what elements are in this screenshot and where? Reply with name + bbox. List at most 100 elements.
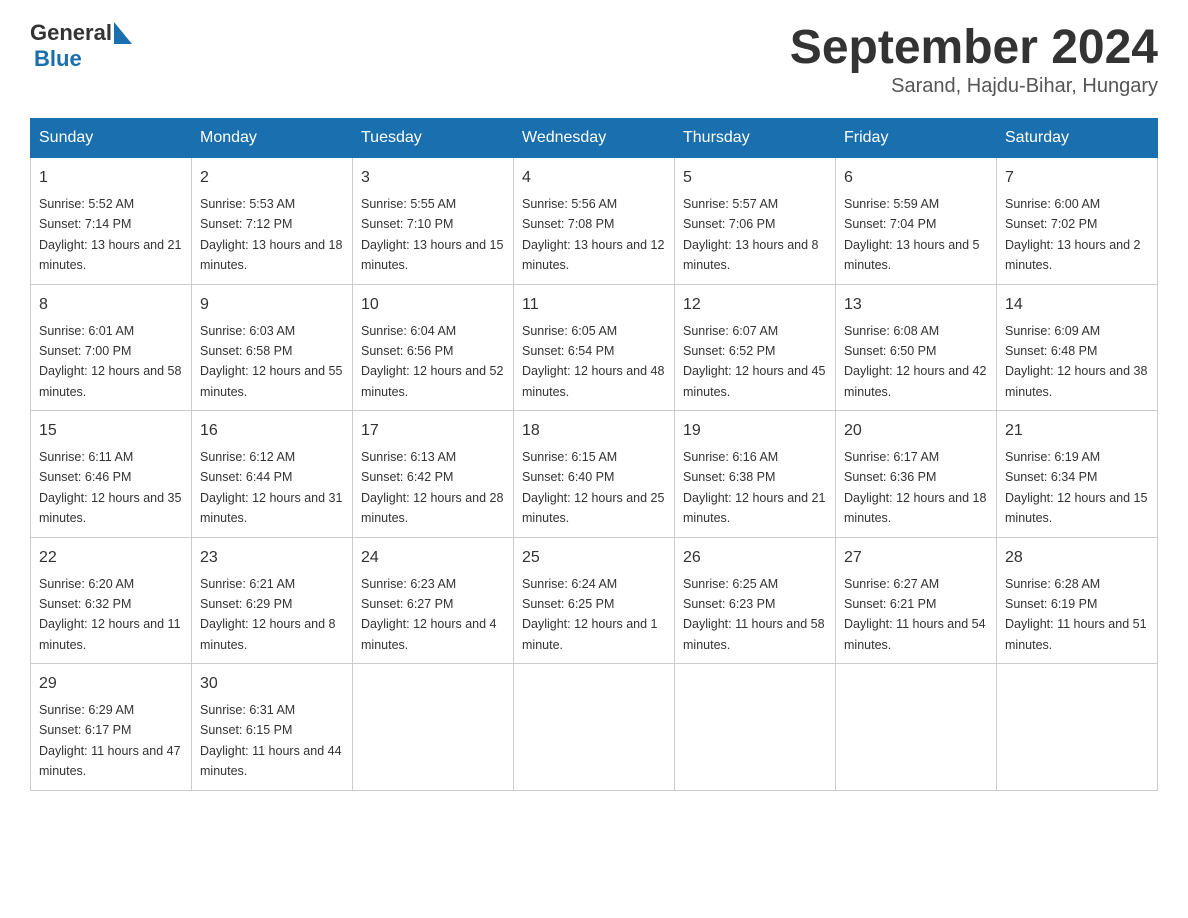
calendar-week-row: 29 Sunrise: 6:29 AMSunset: 6:17 PMDaylig… xyxy=(31,664,1158,791)
day-info: Sunrise: 6:29 AMSunset: 6:17 PMDaylight:… xyxy=(39,703,181,778)
day-info: Sunrise: 6:27 AMSunset: 6:21 PMDaylight:… xyxy=(844,577,986,652)
day-info: Sunrise: 6:07 AMSunset: 6:52 PMDaylight:… xyxy=(683,324,825,399)
day-number: 2 xyxy=(200,166,344,190)
day-info: Sunrise: 6:20 AMSunset: 6:32 PMDaylight:… xyxy=(39,577,181,652)
logo: General Blue xyxy=(30,20,132,72)
table-row: 12 Sunrise: 6:07 AMSunset: 6:52 PMDaylig… xyxy=(675,284,836,411)
day-info: Sunrise: 6:00 AMSunset: 7:02 PMDaylight:… xyxy=(1005,197,1141,272)
table-row: 11 Sunrise: 6:05 AMSunset: 6:54 PMDaylig… xyxy=(514,284,675,411)
day-info: Sunrise: 6:21 AMSunset: 6:29 PMDaylight:… xyxy=(200,577,336,652)
day-info: Sunrise: 5:53 AMSunset: 7:12 PMDaylight:… xyxy=(200,197,342,272)
table-row: 14 Sunrise: 6:09 AMSunset: 6:48 PMDaylig… xyxy=(997,284,1158,411)
table-row: 5 Sunrise: 5:57 AMSunset: 7:06 PMDayligh… xyxy=(675,158,836,285)
table-row: 1 Sunrise: 5:52 AMSunset: 7:14 PMDayligh… xyxy=(31,158,192,285)
day-info: Sunrise: 6:13 AMSunset: 6:42 PMDaylight:… xyxy=(361,450,503,525)
table-row: 18 Sunrise: 6:15 AMSunset: 6:40 PMDaylig… xyxy=(514,411,675,538)
calendar-week-row: 22 Sunrise: 6:20 AMSunset: 6:32 PMDaylig… xyxy=(31,537,1158,664)
day-info: Sunrise: 6:24 AMSunset: 6:25 PMDaylight:… xyxy=(522,577,658,652)
table-row xyxy=(514,664,675,791)
day-info: Sunrise: 5:52 AMSunset: 7:14 PMDaylight:… xyxy=(39,197,181,272)
table-row: 26 Sunrise: 6:25 AMSunset: 6:23 PMDaylig… xyxy=(675,537,836,664)
table-row xyxy=(997,664,1158,791)
col-tuesday: Tuesday xyxy=(353,119,514,158)
table-row: 27 Sunrise: 6:27 AMSunset: 6:21 PMDaylig… xyxy=(836,537,997,664)
logo-general-text: General xyxy=(30,20,112,46)
day-number: 4 xyxy=(522,166,666,190)
day-info: Sunrise: 6:25 AMSunset: 6:23 PMDaylight:… xyxy=(683,577,825,652)
day-number: 9 xyxy=(200,293,344,317)
table-row xyxy=(353,664,514,791)
day-info: Sunrise: 6:08 AMSunset: 6:50 PMDaylight:… xyxy=(844,324,986,399)
calendar-table: Sunday Monday Tuesday Wednesday Thursday… xyxy=(30,118,1158,791)
table-row: 2 Sunrise: 5:53 AMSunset: 7:12 PMDayligh… xyxy=(192,158,353,285)
day-number: 12 xyxy=(683,293,827,317)
calendar-week-row: 8 Sunrise: 6:01 AMSunset: 7:00 PMDayligh… xyxy=(31,284,1158,411)
table-row: 9 Sunrise: 6:03 AMSunset: 6:58 PMDayligh… xyxy=(192,284,353,411)
calendar-title-area: September 2024 Sarand, Hajdu-Bihar, Hung… xyxy=(790,20,1158,98)
calendar-week-row: 1 Sunrise: 5:52 AMSunset: 7:14 PMDayligh… xyxy=(31,158,1158,285)
day-info: Sunrise: 6:03 AMSunset: 6:58 PMDaylight:… xyxy=(200,324,342,399)
day-number: 20 xyxy=(844,419,988,443)
col-monday: Monday xyxy=(192,119,353,158)
day-number: 15 xyxy=(39,419,183,443)
col-wednesday: Wednesday xyxy=(514,119,675,158)
day-number: 14 xyxy=(1005,293,1149,317)
table-row: 28 Sunrise: 6:28 AMSunset: 6:19 PMDaylig… xyxy=(997,537,1158,664)
day-number: 1 xyxy=(39,166,183,190)
day-info: Sunrise: 5:55 AMSunset: 7:10 PMDaylight:… xyxy=(361,197,503,272)
day-number: 5 xyxy=(683,166,827,190)
day-info: Sunrise: 5:59 AMSunset: 7:04 PMDaylight:… xyxy=(844,197,980,272)
page-header: General Blue September 2024 Sarand, Hajd… xyxy=(30,20,1158,98)
table-row: 19 Sunrise: 6:16 AMSunset: 6:38 PMDaylig… xyxy=(675,411,836,538)
calendar-week-row: 15 Sunrise: 6:11 AMSunset: 6:46 PMDaylig… xyxy=(31,411,1158,538)
calendar-title: September 2024 xyxy=(790,20,1158,75)
table-row: 6 Sunrise: 5:59 AMSunset: 7:04 PMDayligh… xyxy=(836,158,997,285)
day-info: Sunrise: 6:01 AMSunset: 7:00 PMDaylight:… xyxy=(39,324,181,399)
day-number: 23 xyxy=(200,546,344,570)
day-info: Sunrise: 6:31 AMSunset: 6:15 PMDaylight:… xyxy=(200,703,342,778)
table-row: 20 Sunrise: 6:17 AMSunset: 6:36 PMDaylig… xyxy=(836,411,997,538)
table-row: 22 Sunrise: 6:20 AMSunset: 6:32 PMDaylig… xyxy=(31,537,192,664)
col-saturday: Saturday xyxy=(997,119,1158,158)
day-info: Sunrise: 6:11 AMSunset: 6:46 PMDaylight:… xyxy=(39,450,181,525)
day-number: 29 xyxy=(39,672,183,696)
day-number: 3 xyxy=(361,166,505,190)
day-info: Sunrise: 5:57 AMSunset: 7:06 PMDaylight:… xyxy=(683,197,819,272)
table-row: 21 Sunrise: 6:19 AMSunset: 6:34 PMDaylig… xyxy=(997,411,1158,538)
col-sunday: Sunday xyxy=(31,119,192,158)
logo-blue-text: Blue xyxy=(34,46,82,72)
day-number: 10 xyxy=(361,293,505,317)
logo-triangle-icon xyxy=(114,22,132,44)
day-number: 25 xyxy=(522,546,666,570)
day-number: 26 xyxy=(683,546,827,570)
day-number: 8 xyxy=(39,293,183,317)
day-info: Sunrise: 6:04 AMSunset: 6:56 PMDaylight:… xyxy=(361,324,503,399)
day-number: 7 xyxy=(1005,166,1149,190)
day-info: Sunrise: 6:05 AMSunset: 6:54 PMDaylight:… xyxy=(522,324,664,399)
table-row xyxy=(675,664,836,791)
day-info: Sunrise: 6:12 AMSunset: 6:44 PMDaylight:… xyxy=(200,450,342,525)
table-row: 10 Sunrise: 6:04 AMSunset: 6:56 PMDaylig… xyxy=(353,284,514,411)
day-number: 17 xyxy=(361,419,505,443)
day-info: Sunrise: 6:23 AMSunset: 6:27 PMDaylight:… xyxy=(361,577,497,652)
day-info: Sunrise: 6:09 AMSunset: 6:48 PMDaylight:… xyxy=(1005,324,1147,399)
day-number: 11 xyxy=(522,293,666,317)
table-row: 17 Sunrise: 6:13 AMSunset: 6:42 PMDaylig… xyxy=(353,411,514,538)
day-number: 16 xyxy=(200,419,344,443)
table-row: 24 Sunrise: 6:23 AMSunset: 6:27 PMDaylig… xyxy=(353,537,514,664)
table-row: 29 Sunrise: 6:29 AMSunset: 6:17 PMDaylig… xyxy=(31,664,192,791)
table-row: 8 Sunrise: 6:01 AMSunset: 7:00 PMDayligh… xyxy=(31,284,192,411)
table-row: 23 Sunrise: 6:21 AMSunset: 6:29 PMDaylig… xyxy=(192,537,353,664)
table-row: 25 Sunrise: 6:24 AMSunset: 6:25 PMDaylig… xyxy=(514,537,675,664)
col-friday: Friday xyxy=(836,119,997,158)
table-row: 15 Sunrise: 6:11 AMSunset: 6:46 PMDaylig… xyxy=(31,411,192,538)
table-row xyxy=(836,664,997,791)
day-number: 24 xyxy=(361,546,505,570)
day-number: 30 xyxy=(200,672,344,696)
day-number: 22 xyxy=(39,546,183,570)
day-info: Sunrise: 5:56 AMSunset: 7:08 PMDaylight:… xyxy=(522,197,664,272)
day-number: 6 xyxy=(844,166,988,190)
calendar-subtitle: Sarand, Hajdu-Bihar, Hungary xyxy=(790,75,1158,98)
table-row: 3 Sunrise: 5:55 AMSunset: 7:10 PMDayligh… xyxy=(353,158,514,285)
table-row: 16 Sunrise: 6:12 AMSunset: 6:44 PMDaylig… xyxy=(192,411,353,538)
